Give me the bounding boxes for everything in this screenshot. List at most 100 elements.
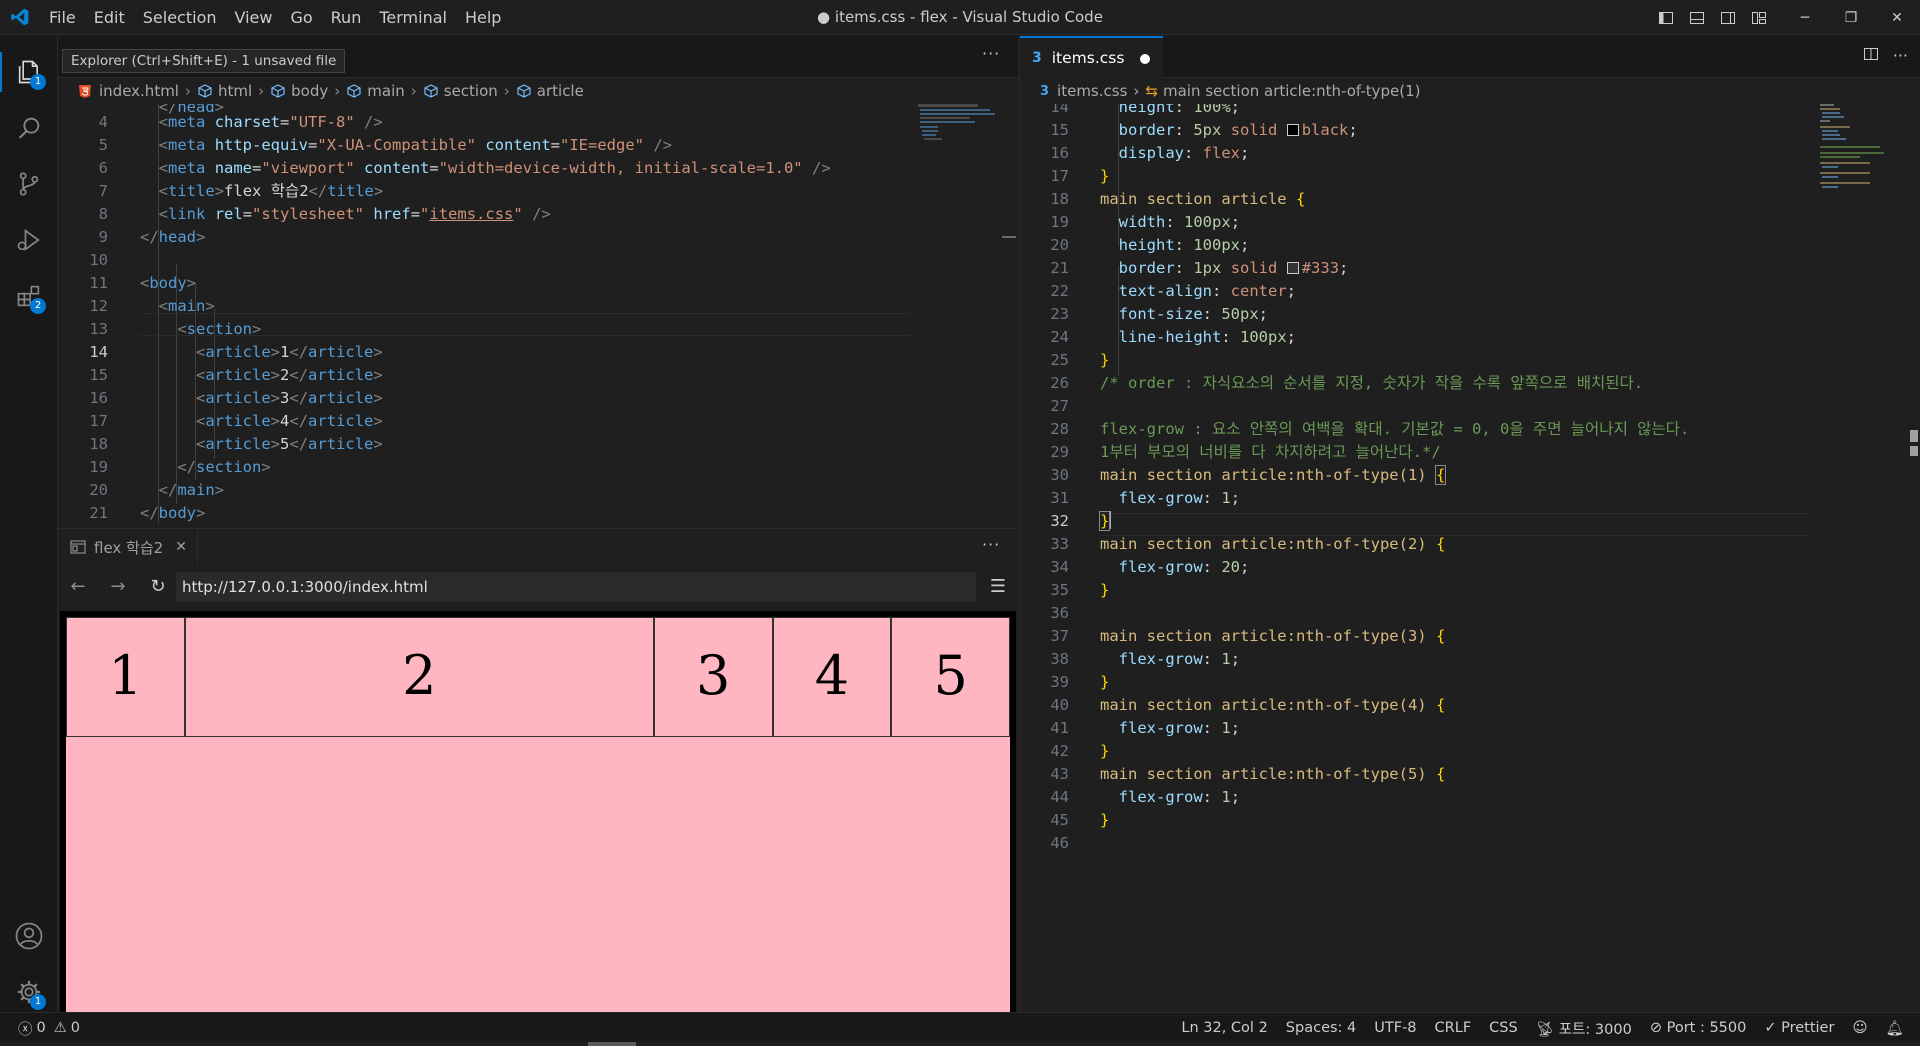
notifications-bell-icon[interactable]: 🔔︎ (1886, 1020, 1904, 1037)
line-number: 20 (89, 481, 108, 499)
element-icon (197, 84, 213, 98)
menu-file[interactable]: File (40, 0, 85, 35)
more-actions-icon[interactable]: ··· (1893, 46, 1908, 66)
menu-run[interactable]: Run (322, 0, 371, 35)
encoding[interactable]: UTF-8 (1374, 1020, 1416, 1036)
active-indicator (0, 52, 2, 92)
line-number: 18 (1050, 190, 1069, 208)
line-number: 26 (1050, 374, 1069, 392)
menu-go[interactable]: Go (281, 0, 321, 35)
code-line: 18 main section article { (1020, 188, 1820, 211)
code-line: 11 <body> (58, 272, 1018, 295)
browser-more-actions-icon[interactable]: ··· (982, 535, 1000, 554)
activity-bar: 1 2 1 (0, 36, 58, 1012)
live-share-port[interactable]: 📡︎ 포트: 3000 (1536, 1018, 1632, 1039)
line-number: 33 (1050, 535, 1069, 553)
code-line: 28 flex-grow : 요소 안쪽의 여백을 확대. 기본값 = 0, 0을… (1020, 418, 1820, 441)
tab-label: items.css (1051, 49, 1125, 67)
reload-icon[interactable]: ↻ (138, 570, 178, 602)
resize-handle[interactable] (588, 1042, 636, 1046)
toggle-panel-icon[interactable] (1681, 0, 1712, 35)
line-number: 46 (1050, 834, 1069, 852)
text-cursor (1109, 511, 1112, 529)
back-arrow-icon[interactable]: ← (58, 570, 98, 602)
url-input[interactable]: http://127.0.0.1:3000/index.html (176, 572, 976, 602)
breadcrumb-item[interactable]: article (537, 82, 584, 100)
breadcrumb-item[interactable]: main (367, 82, 404, 100)
line-number: 18 (89, 435, 108, 453)
code-line: 10 (58, 249, 1018, 272)
breadcrumb-item[interactable]: index.html (99, 82, 179, 100)
menu-help[interactable]: Help (456, 0, 510, 35)
line-number: 8 (98, 205, 108, 223)
menu-edit[interactable]: Edit (85, 0, 134, 35)
breadcrumb-item[interactable]: main section article:nth-of-type(1) (1163, 82, 1421, 100)
title-bar: File Edit Selection View Go Run Terminal… (0, 0, 1920, 35)
accounts-button[interactable] (0, 908, 58, 964)
line-number: 37 (1050, 627, 1069, 645)
browser-menu-icon[interactable]: ☰ (986, 573, 1010, 599)
breadcrumb-item[interactable]: items.css (1057, 82, 1127, 100)
element-icon (270, 84, 286, 98)
forward-arrow-icon[interactable]: → (98, 570, 138, 602)
article-box: 2 (184, 617, 654, 737)
menu-bar: File Edit Selection View Go Run Terminal… (40, 0, 510, 35)
live-server-port[interactable]: ⊘ Port : 5500 (1650, 1020, 1747, 1036)
port-label: Port : 5500 (1666, 1020, 1747, 1036)
run-debug-button[interactable] (0, 212, 58, 268)
extensions-button[interactable]: 2 (0, 268, 58, 324)
line-number: 19 (89, 458, 108, 476)
toggle-secondary-sidebar-icon[interactable] (1712, 0, 1743, 35)
css-file-icon: 3 (1040, 83, 1050, 99)
search-icon (18, 117, 40, 139)
scrollbar-marker (1910, 446, 1918, 456)
code-line: 32} (1020, 510, 1820, 533)
end-of-line[interactable]: CRLF (1435, 1020, 1472, 1036)
code-line: 7 <title>flex 학습2</title> (58, 180, 1018, 203)
more-actions-icon[interactable]: ··· (982, 44, 1000, 63)
customize-layout-icon[interactable] (1743, 0, 1774, 35)
code-line: 45} (1020, 809, 1820, 832)
tab-items-css[interactable]: 3 items.css (1020, 36, 1163, 78)
css-code-editor[interactable]: 14 height: 100%; 15 border: 5px solid bl… (1020, 104, 1820, 864)
broadcast-icon: 📡︎ (1535, 1021, 1559, 1038)
menu-terminal[interactable]: Terminal (370, 0, 456, 35)
line-number: 44 (1050, 788, 1069, 806)
breadcrumb-item[interactable]: html (218, 82, 252, 100)
scrollbar[interactable] (1906, 104, 1920, 1004)
code-line: 46 (1020, 832, 1820, 855)
problems-indicator[interactable]: ⓧ 0 ⚠ 0 (18, 1013, 80, 1043)
toggle-primary-sidebar-icon[interactable] (1650, 0, 1681, 35)
browser-tab[interactable]: flex 학습2 ✕ (58, 529, 198, 565)
breadcrumb-item[interactable]: section (444, 82, 498, 100)
code-line: 19 </section> (58, 456, 1018, 479)
restore-button[interactable]: ❐ (1828, 0, 1874, 35)
minimap[interactable] (1820, 104, 1900, 194)
breadcrumb-item[interactable]: body (291, 82, 328, 100)
page-viewport: 1 2 3 4 5 (60, 611, 1016, 1013)
cursor-position[interactable]: Ln 32, Col 2 (1181, 1020, 1267, 1036)
search-button[interactable] (0, 100, 58, 156)
close-tab-icon[interactable]: ✕ (175, 539, 187, 555)
code-line: 18 <article>5</article> (58, 433, 1018, 456)
unsaved-dot-icon[interactable] (1140, 54, 1150, 64)
indentation[interactable]: Spaces: 4 (1286, 1020, 1356, 1036)
scrollbar-marker[interactable] (1002, 236, 1016, 238)
language-mode[interactable]: CSS (1489, 1020, 1518, 1036)
close-window-button[interactable]: ✕ (1874, 0, 1920, 35)
code-line: 31 flex-grow: 1; (1020, 487, 1820, 510)
line-number: 24 (1050, 328, 1069, 346)
line-number: 6 (98, 159, 108, 177)
html-code-editor[interactable]: </head> 4 <meta charset="UTF-8" /> 5 <me… (58, 104, 1018, 524)
source-control-button[interactable] (0, 156, 58, 212)
minimap[interactable] (918, 104, 1008, 184)
menu-selection[interactable]: Selection (134, 0, 226, 35)
feedback-icon[interactable]: ☺ (1852, 1020, 1867, 1036)
minimize-button[interactable]: ─ (1782, 0, 1828, 35)
browser-tab-label: flex 학습2 (94, 538, 164, 557)
prettier-status[interactable]: ✓ Prettier (1764, 1020, 1834, 1036)
warning-icon: ⚠ (53, 1020, 67, 1036)
split-editor-icon[interactable] (1863, 46, 1879, 66)
explorer-button[interactable]: 1 (0, 44, 58, 100)
menu-view[interactable]: View (226, 0, 282, 35)
